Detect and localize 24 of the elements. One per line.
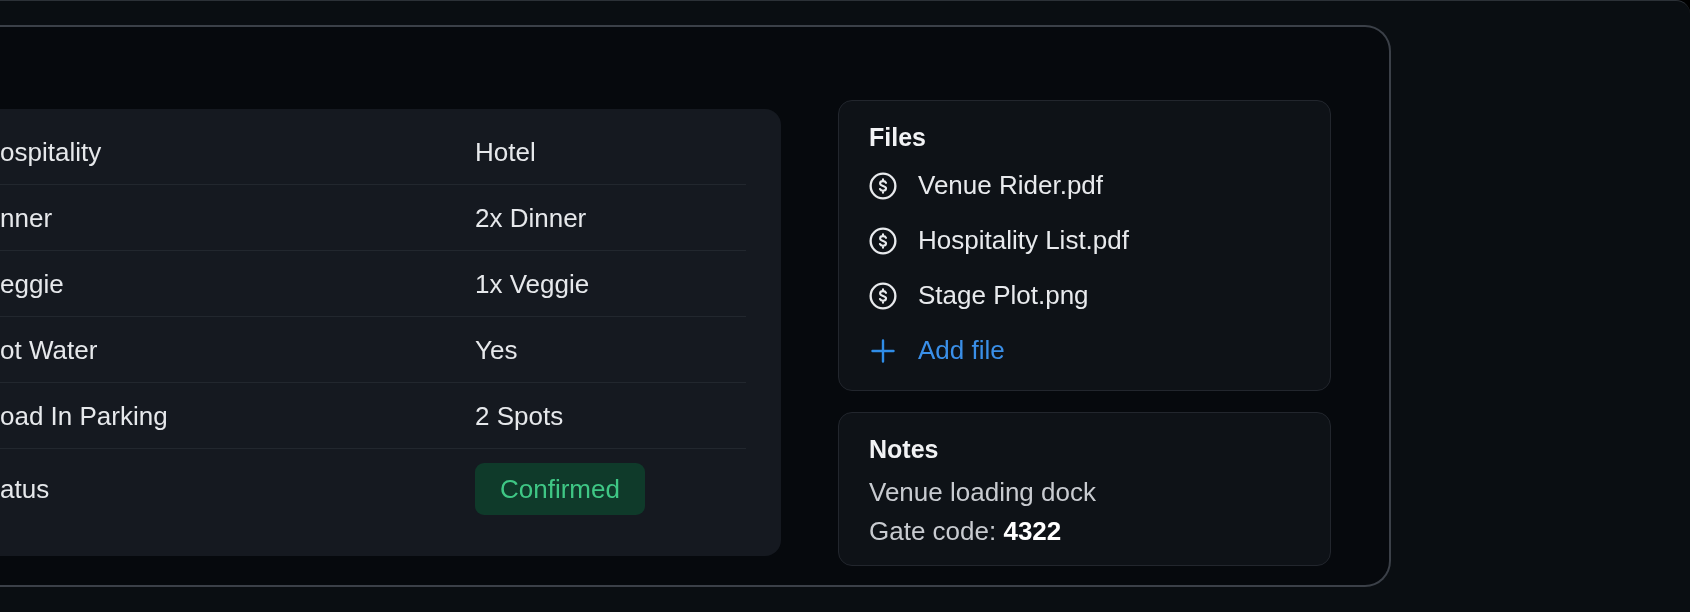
note-text: Gate code: 4322: [869, 515, 1062, 548]
row-label: eggie: [0, 267, 64, 300]
row-value: Yes: [475, 333, 518, 366]
row-label: nner: [0, 201, 53, 234]
row-label: oad In Parking: [0, 399, 168, 432]
note-text: Venue loading dock: [869, 476, 1096, 509]
file-item[interactable]: Stage Plot.png: [869, 268, 1089, 323]
card-title: Files: [869, 122, 926, 152]
status-badge: Confirmed: [475, 463, 645, 515]
dollar-circle-icon: [869, 171, 897, 200]
plus-icon: [871, 338, 895, 363]
row-label: ot Water: [0, 333, 98, 366]
dollar-circle-icon: [869, 226, 897, 255]
row-label: atus: [0, 473, 50, 505]
add-file-button[interactable]: Add file: [869, 323, 1005, 378]
row-label: ospitality: [0, 135, 102, 168]
row-value: 2x Dinner: [475, 201, 587, 234]
row-value: Hotel: [475, 135, 536, 168]
file-item[interactable]: Hospitality List.pdf: [869, 213, 1129, 268]
card-title: Notes: [869, 434, 939, 464]
row-value: 2 Spots: [475, 399, 564, 432]
row-value: 1x Veggie: [475, 267, 590, 300]
dollar-circle-icon: [869, 281, 897, 310]
file-item[interactable]: Venue Rider.pdf: [869, 158, 1104, 213]
